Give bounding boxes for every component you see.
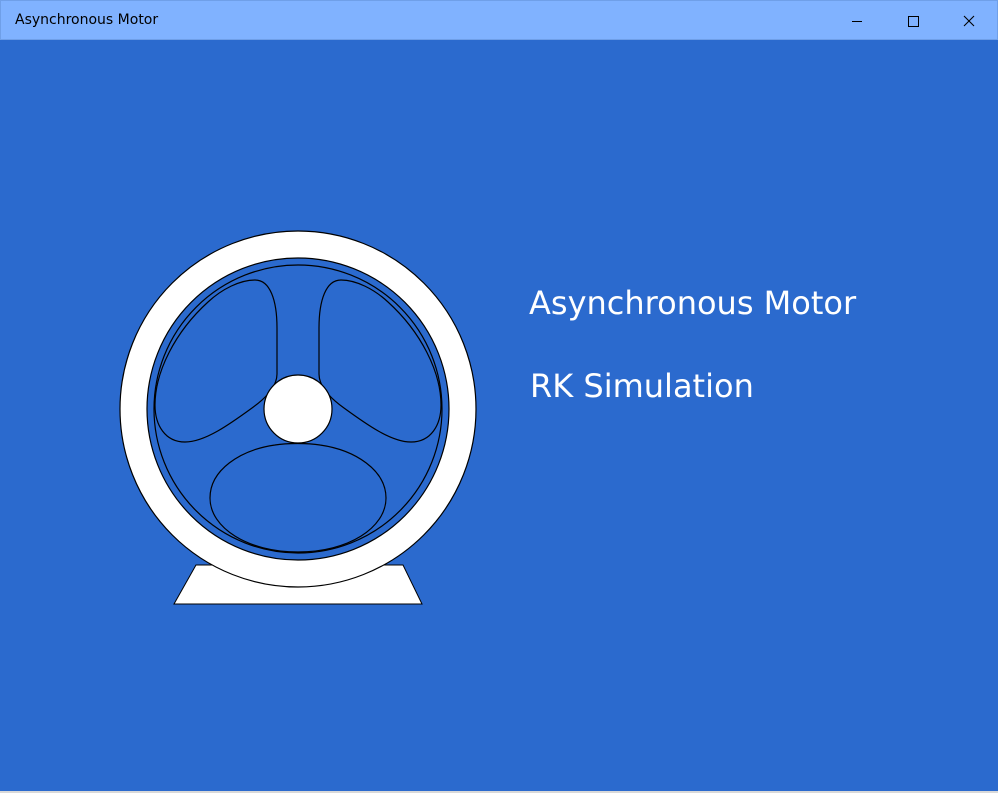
close-button[interactable] xyxy=(946,1,992,40)
close-icon xyxy=(963,15,975,26)
main-canvas: Asynchronous Motor RK Simulation xyxy=(0,40,998,792)
app-heading: Asynchronous Motor xyxy=(529,284,857,322)
maximize-button[interactable] xyxy=(890,1,936,40)
app-window: Asynchronous Motor Asynchronous Motor RK… xyxy=(0,0,998,793)
title-bar[interactable]: Asynchronous Motor xyxy=(0,0,998,40)
minimize-button[interactable] xyxy=(834,1,880,40)
motor-icon xyxy=(119,230,477,605)
motor-shaft xyxy=(263,374,333,444)
maximize-icon xyxy=(908,15,919,27)
window-title: Asynchronous Motor xyxy=(15,12,159,28)
minimize-icon xyxy=(852,20,862,22)
app-subheading: RK Simulation xyxy=(530,367,754,405)
